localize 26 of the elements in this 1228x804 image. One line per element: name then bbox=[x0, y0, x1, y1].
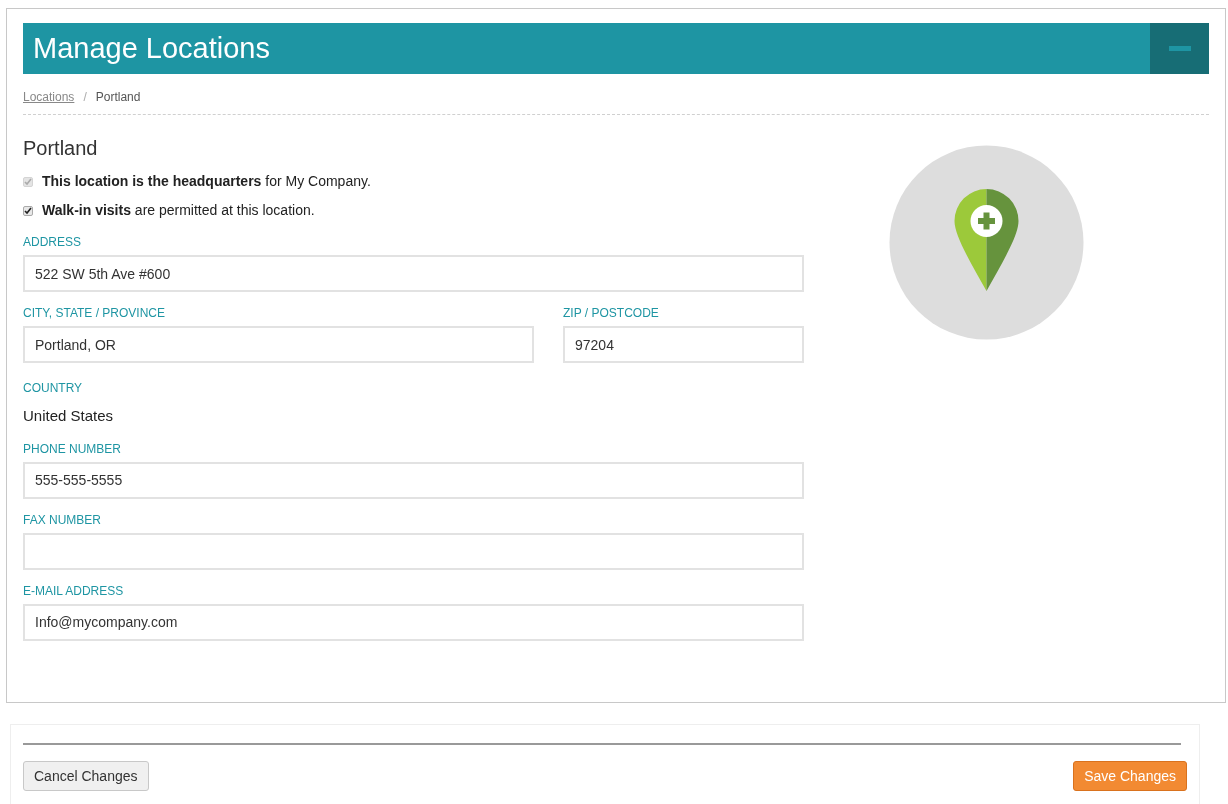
field-label: E-MAIL ADDRESS bbox=[23, 583, 125, 598]
input-field[interactable]: Portland, OR bbox=[23, 326, 534, 363]
minus-icon bbox=[1168, 46, 1191, 51]
map-pin-icon bbox=[888, 145, 1084, 340]
checkbox[interactable] bbox=[23, 205, 33, 216]
input-field[interactable]: 555-555-5555 bbox=[23, 461, 804, 499]
breadcrumb-link[interactable]: Locations bbox=[23, 88, 75, 106]
field-label: COUNTRY bbox=[23, 381, 84, 395]
field-label: FAX NUMBER bbox=[23, 512, 102, 527]
input-field[interactable] bbox=[23, 532, 804, 570]
field-label: PHONE NUMBER bbox=[23, 441, 122, 456]
field-label: ADDRESS bbox=[23, 235, 82, 249]
field-label: ZIP / POSTCODE bbox=[563, 306, 660, 320]
breadcrumb-current: Portland bbox=[95, 89, 141, 106]
location-name: Portland bbox=[23, 136, 99, 161]
collapse-button[interactable] bbox=[1150, 23, 1209, 74]
checkbox-label: Walk-in visits are permitted at this location. bbox=[42, 201, 315, 220]
page-title: Manage Locations bbox=[32, 30, 270, 66]
cancel-button[interactable]: Cancel Changes bbox=[23, 761, 149, 791]
input-field[interactable]: Info@mycompany.com bbox=[23, 603, 804, 641]
input-field[interactable]: 97204 bbox=[563, 326, 804, 363]
field-label: CITY, STATE / PROVINCE bbox=[23, 306, 167, 320]
breadcrumb-separator: / bbox=[83, 89, 87, 106]
country-value: United States bbox=[23, 406, 115, 426]
checkbox-label: This location is the headquarters for My Company. bbox=[42, 172, 371, 191]
input-field[interactable]: 522 SW 5th Ave #600 bbox=[23, 255, 804, 292]
